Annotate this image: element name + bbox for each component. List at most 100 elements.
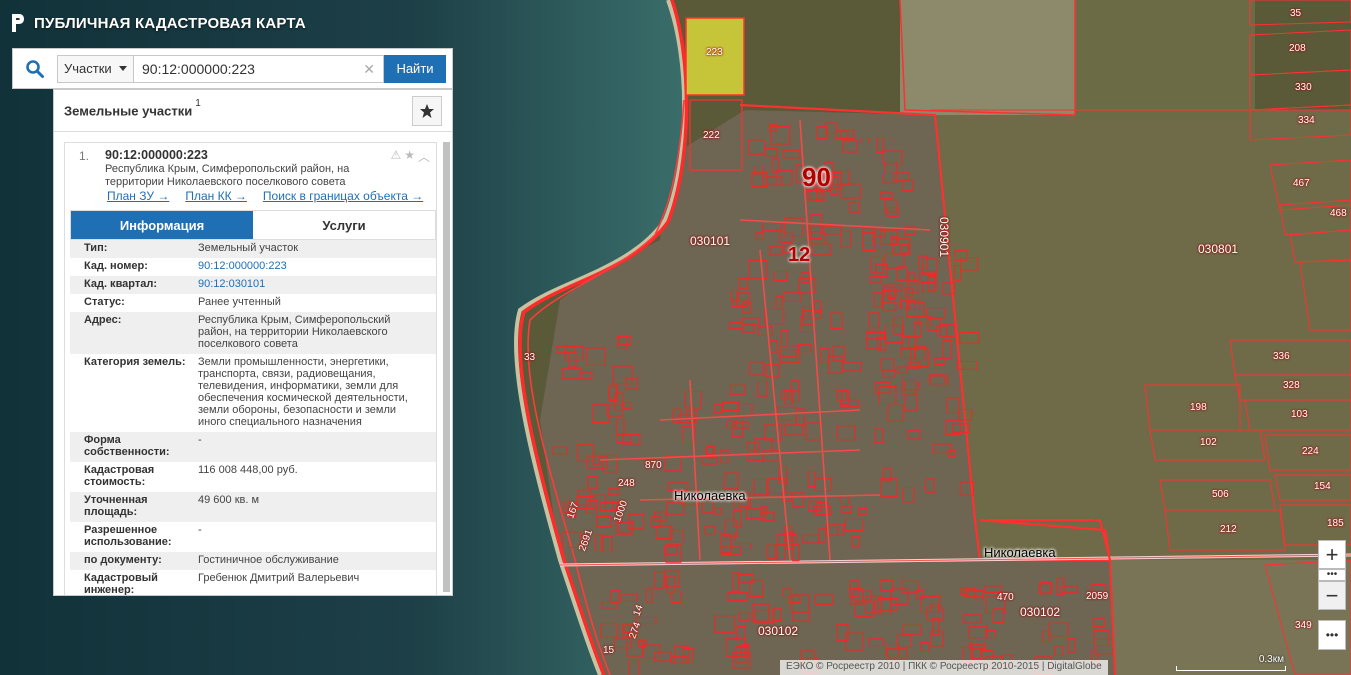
- scale-bar-line: [1176, 666, 1286, 671]
- link-search-in-bounds[interactable]: Поиск в границах объекта →: [263, 189, 423, 203]
- property-value: Земли промышленности, энергетики, трансп…: [198, 356, 408, 428]
- property-row: Адрес: Республика Крым, Симферопольский р…: [70, 312, 436, 354]
- parcel-label[interactable]: 506: [1212, 489, 1229, 500]
- parcel-label[interactable]: 334: [1298, 115, 1315, 126]
- search-icon[interactable]: [13, 48, 57, 89]
- property-row: Кадастровый инженер: Гребенюк Дмитрий Вал…: [70, 570, 436, 596]
- parcel-label[interactable]: 208: [1289, 43, 1306, 54]
- parcel-label[interactable]: 102: [1200, 437, 1217, 448]
- link-plan-kk[interactable]: План КК →: [185, 189, 247, 203]
- parcel-label[interactable]: 330: [1295, 82, 1312, 93]
- map-label-quarter-030101: 030101: [690, 234, 731, 248]
- zoom-out-button[interactable]: −: [1318, 581, 1346, 610]
- properties-table: Тип: Земельный участок Кад. номер: 90:12:00…: [70, 240, 436, 596]
- property-key: Кадастровая стоимость:: [84, 464, 155, 488]
- more-options-button[interactable]: •••: [1318, 620, 1346, 650]
- scale-bar: 0.3км: [1176, 654, 1286, 671]
- map-label-quarter-030102-a: 030102: [758, 624, 799, 638]
- close-icon[interactable]: ✕: [363, 61, 375, 78]
- property-value: -: [198, 434, 202, 446]
- parcel-label[interactable]: 328: [1283, 380, 1300, 391]
- map-label-quarter-030801: 030801: [1198, 242, 1239, 256]
- app-header: ПУБЛИЧНАЯ КАДАСТРОВАЯ КАРТА: [10, 12, 306, 34]
- result-index: 1.: [79, 149, 90, 163]
- property-value: Земельный участок: [198, 242, 299, 254]
- parcel-label[interactable]: 870: [645, 460, 662, 471]
- result-card-icons: ⚠ ★ ︿: [390, 148, 430, 165]
- find-button[interactable]: Найти: [384, 54, 446, 83]
- parcel-label[interactable]: 349: [1295, 620, 1312, 631]
- property-key: Кад. номер:: [84, 260, 148, 272]
- parcel-label[interactable]: 2059: [1086, 591, 1108, 602]
- map-label-quarter-030901: 030901: [937, 216, 952, 258]
- result-links: План ЗУ → План КК → Поиск в границах объ…: [107, 189, 423, 203]
- parcel-label[interactable]: 154: [1314, 481, 1331, 492]
- parcel-label[interactable]: 35: [1290, 8, 1301, 19]
- link-plan-zu[interactable]: План ЗУ →: [107, 189, 169, 203]
- parcel-label[interactable]: 103: [1291, 409, 1308, 420]
- property-key: Категория земель:: [84, 356, 186, 368]
- property-value: Гостиничное обслуживание: [198, 554, 339, 566]
- property-key: Форма собственности:: [84, 434, 170, 458]
- warning-icon[interactable]: ⚠: [390, 148, 401, 165]
- favorite-button[interactable]: [412, 95, 442, 126]
- star-icon[interactable]: ★: [404, 148, 415, 165]
- property-key: Кад. квартал:: [84, 278, 158, 290]
- property-value: Республика Крым, Симферопольский район, …: [198, 314, 391, 350]
- property-value[interactable]: 90:12:030101: [190, 278, 420, 290]
- property-key: Статус:: [84, 296, 125, 308]
- parcel-label[interactable]: 248: [618, 478, 635, 489]
- property-value: 116 008 448,00 руб.: [198, 464, 298, 476]
- property-value[interactable]: 90:12:000000:223: [190, 260, 420, 272]
- result-card-summary[interactable]: 1. 90:12:000000:223 Республика Крым, Сим…: [65, 143, 436, 209]
- property-value: Гребенюк Дмитрий Валерьевич: [198, 572, 360, 584]
- property-row: Кад. номер: 90:12:000000:223: [70, 258, 436, 276]
- parcel-label[interactable]: 33: [524, 352, 535, 363]
- property-value: -: [198, 524, 202, 536]
- property-key: Кадастровый инженер:: [84, 572, 158, 596]
- property-key: Тип:: [84, 242, 108, 254]
- result-card: 1. 90:12:000000:223 Республика Крым, Сим…: [64, 142, 437, 596]
- property-row: Уточненная площадь: 49 600 кв. м: [70, 492, 436, 522]
- property-value: Ранее учтенный: [198, 296, 281, 308]
- property-row: Форма собственности: -: [70, 432, 436, 462]
- result-cad-number: 90:12:000000:223: [105, 148, 208, 162]
- property-row: Статус: Ранее учтенный: [70, 294, 436, 312]
- parcel-label[interactable]: 223: [706, 47, 723, 58]
- parcel-label[interactable]: 212: [1220, 524, 1237, 535]
- app-title: ПУБЛИЧНАЯ КАДАСТРОВАЯ КАРТА: [34, 14, 306, 32]
- tab-services[interactable]: Услуги: [253, 211, 435, 239]
- property-value: 49 600 кв. м: [198, 494, 260, 506]
- star-icon: [420, 103, 434, 118]
- parcel-label[interactable]: 467: [1293, 178, 1310, 189]
- property-row: Категория земель: Земли промышленности, э…: [70, 354, 436, 432]
- tab-information[interactable]: Информация: [71, 211, 253, 239]
- property-row: Разрешенное использование: -: [70, 522, 436, 552]
- chevron-down-icon: [119, 66, 127, 71]
- property-key: Адрес:: [84, 314, 122, 326]
- search-input[interactable]: [142, 60, 357, 77]
- search-bar: Участки ✕ Найти: [12, 48, 453, 89]
- zoom-in-button[interactable]: +: [1318, 540, 1346, 569]
- map-label-subdistrict: 12: [788, 244, 811, 266]
- parcel-label[interactable]: 222: [703, 130, 720, 141]
- chevron-up-icon[interactable]: ︿: [418, 148, 430, 165]
- property-row: Кадастровая стоимость: 116 008 448,00 руб…: [70, 462, 436, 492]
- panel-scrollbar[interactable]: [443, 142, 450, 592]
- map-label-quarter-030102-b: 030102: [1020, 605, 1061, 619]
- results-title: Земельные участки 1: [64, 98, 201, 119]
- parcel-label[interactable]: 336: [1273, 351, 1290, 362]
- parcel-label[interactable]: 198: [1190, 402, 1207, 413]
- zoom-level-indicator: •••: [1318, 569, 1346, 581]
- search-input-wrap: ✕: [134, 54, 384, 83]
- parcel-label[interactable]: 185: [1327, 518, 1344, 529]
- parcel-label[interactable]: 470: [997, 592, 1014, 603]
- scrollbar-thumb[interactable]: [443, 142, 450, 592]
- parcel-label[interactable]: 224: [1302, 446, 1319, 457]
- property-key: по документу:: [84, 554, 162, 566]
- property-row: Тип: Земельный участок: [70, 240, 436, 258]
- search-type-dropdown[interactable]: Участки: [57, 54, 134, 83]
- map-label-village: Николаевка: [674, 488, 746, 503]
- parcel-label[interactable]: 468: [1330, 208, 1347, 219]
- parcel-label[interactable]: 15: [603, 645, 614, 656]
